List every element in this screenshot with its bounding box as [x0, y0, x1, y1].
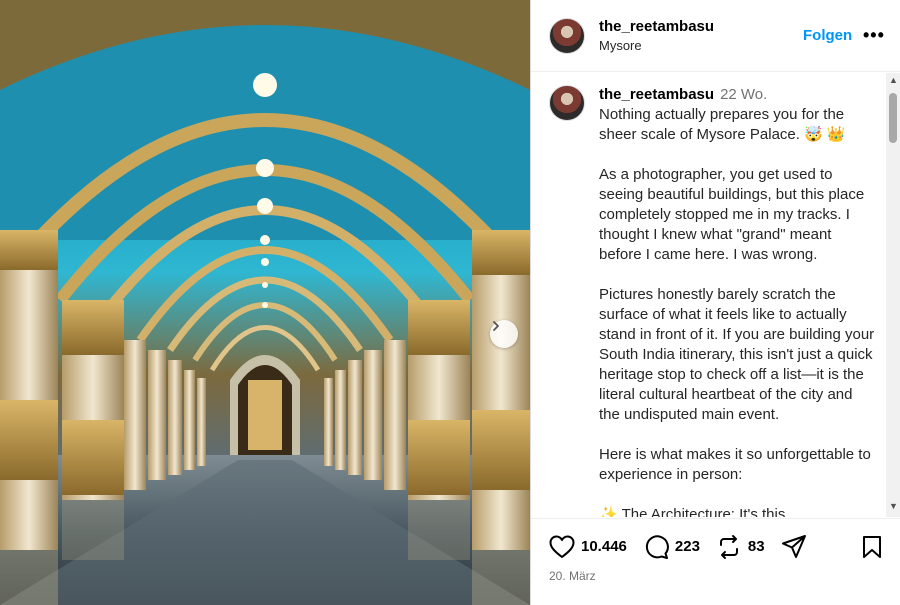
post-photo[interactable] — [0, 0, 530, 605]
caption-username[interactable]: the_reetambasu — [599, 86, 714, 103]
caption-time[interactable]: 22 Wo. — [720, 86, 767, 103]
comments-count[interactable]: 223 — [675, 538, 700, 555]
palace-hall-illustration — [0, 0, 530, 605]
author-info: the_reetambasu Mysore — [599, 18, 714, 53]
heart-icon — [549, 535, 575, 558]
action-bar: 10.446 223 83 — [531, 518, 900, 574]
scroll-down-arrow-icon[interactable]: ▼ — [889, 501, 898, 511]
repost-button[interactable]: 83 — [716, 534, 781, 560]
caption-avatar[interactable] — [549, 85, 585, 121]
comment-button[interactable]: 223 — [643, 534, 716, 560]
chevron-right-icon — [493, 321, 499, 331]
repost-icon — [719, 534, 738, 559]
caption-paragraph-4: Here is what makes it so unforgettable t… — [599, 446, 875, 483]
caption-paragraph-3: Pictures honestly barely scratch the sur… — [599, 286, 879, 423]
comment-icon — [645, 534, 669, 559]
scrollbar-thumb[interactable] — [889, 93, 897, 143]
likes-count[interactable]: 10.446 — [581, 538, 627, 555]
comments-section[interactable]: the_reetambasu 22 Wo. Nothing actually pre… — [531, 73, 886, 517]
share-icon — [781, 534, 806, 558]
caption-paragraph-2: As a photographer, you get used to seein… — [599, 166, 869, 263]
scroll-up-arrow-icon[interactable]: ▲ — [889, 75, 898, 85]
post-location[interactable]: Mysore — [599, 38, 714, 53]
bookmark-icon — [863, 536, 881, 558]
like-button[interactable]: 10.446 — [549, 535, 643, 559]
comments-scrollbar[interactable]: ▲ ▼ — [886, 73, 900, 517]
post-header: the_reetambasu Mysore Folgen ••• — [531, 0, 900, 72]
save-button[interactable] — [861, 535, 883, 564]
post-date[interactable]: 20. März — [549, 569, 596, 583]
reposts-count[interactable]: 83 — [748, 538, 765, 555]
follow-button[interactable]: Folgen — [803, 27, 852, 44]
share-button[interactable] — [781, 534, 807, 560]
next-photo-button[interactable] — [490, 320, 518, 348]
post-side-panel: the_reetambasu Mysore Folgen ••• the_ree… — [530, 0, 900, 605]
caption-paragraph-5: ✨ The Architecture: It's this — [599, 506, 786, 517]
author-avatar[interactable] — [549, 17, 585, 54]
caption-paragraph-1: Nothing actually prepares you for the sh… — [599, 106, 849, 143]
caption-body: the_reetambasu 22 Wo. Nothing actually pre… — [599, 85, 877, 517]
more-options-button[interactable]: ••• — [863, 25, 885, 46]
post-dialog: the_reetambasu Mysore Folgen ••• the_ree… — [0, 0, 900, 605]
caption: the_reetambasu 22 Wo. Nothing actually pre… — [531, 73, 886, 517]
author-username[interactable]: the_reetambasu — [599, 18, 714, 35]
